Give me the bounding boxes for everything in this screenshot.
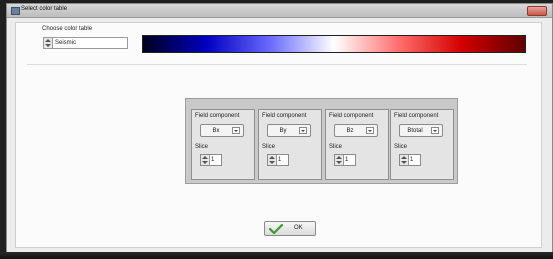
field-component-label: Field component — [195, 113, 240, 119]
slice-value: 1 — [211, 157, 215, 163]
slice-spinbox[interactable]: 1 — [200, 154, 222, 166]
increment-arrow-icon[interactable] — [202, 156, 208, 159]
component-panel-by: Field component By Slice 1 — [258, 109, 322, 180]
slice-spinbox[interactable]: 1 — [267, 154, 289, 166]
slice-label: Slice — [262, 144, 276, 150]
close-button[interactable] — [527, 6, 547, 16]
taskbar — [0, 252, 553, 259]
increment-arrow-icon[interactable] — [336, 156, 342, 159]
decrement-arrow-icon[interactable] — [45, 44, 51, 47]
slice-label: Slice — [329, 144, 343, 150]
decrement-arrow-icon[interactable] — [202, 161, 208, 164]
app-icon — [11, 7, 20, 15]
dropdown-arrow-icon[interactable] — [431, 127, 439, 134]
title-bar[interactable]: Select color table — [7, 4, 552, 18]
color-table-preview — [142, 35, 526, 53]
slice-spinner[interactable] — [335, 155, 344, 165]
dropdown-arrow-icon[interactable] — [232, 127, 240, 134]
ok-button[interactable]: OK — [264, 221, 316, 236]
field-component-value: Bx — [212, 128, 220, 134]
divider — [27, 64, 527, 65]
color-table-value: Seismic — [55, 40, 77, 46]
decrement-arrow-icon[interactable] — [269, 161, 275, 164]
choose-color-table-label: Choose color table — [42, 26, 93, 32]
increment-arrow-icon[interactable] — [401, 156, 407, 159]
slice-spinbox[interactable]: 1 — [399, 154, 421, 166]
checkmark-icon — [269, 224, 283, 234]
slice-label: Slice — [195, 144, 209, 150]
field-component-select[interactable]: Bx — [200, 124, 244, 137]
slice-spinner[interactable] — [400, 155, 409, 165]
field-component-select[interactable]: Bz — [334, 124, 378, 137]
field-component-select[interactable]: By — [267, 124, 311, 137]
color-table-selector[interactable]: Seismic — [43, 37, 128, 49]
slice-spinner[interactable] — [268, 155, 277, 165]
select-color-table-window: Select color table Choose color table Se… — [6, 3, 553, 253]
slice-spinbox[interactable]: 1 — [334, 154, 356, 166]
field-component-select[interactable]: Btotal — [399, 124, 443, 137]
component-panel-bz: Field component Bz Slice 1 — [325, 109, 389, 180]
slice-spinner[interactable] — [201, 155, 210, 165]
field-component-value: Bz — [346, 128, 354, 134]
slice-value: 1 — [278, 157, 282, 163]
field-component-value: Btotal — [407, 128, 423, 134]
dropdown-arrow-icon[interactable] — [366, 127, 374, 134]
increment-arrow-icon[interactable] — [45, 39, 51, 42]
increment-arrow-icon[interactable] — [269, 156, 275, 159]
field-component-value: By — [279, 128, 287, 134]
decrement-arrow-icon[interactable] — [401, 161, 407, 164]
field-component-label: Field component — [394, 113, 439, 119]
color-table-spinner[interactable] — [44, 38, 53, 48]
dropdown-arrow-icon[interactable] — [299, 127, 307, 134]
slice-value: 1 — [410, 157, 414, 163]
decrement-arrow-icon[interactable] — [336, 161, 342, 164]
window-title: Select color table — [21, 6, 68, 12]
field-component-label: Field component — [262, 113, 307, 119]
component-panel-btotal: Field component Btotal Slice 1 — [390, 109, 454, 180]
slice-value: 1 — [345, 157, 349, 163]
slice-label: Slice — [394, 144, 408, 150]
field-component-label: Field component — [329, 113, 374, 119]
component-panel-bx: Field component Bx Slice 1 — [191, 109, 255, 180]
ok-label: OK — [294, 225, 303, 231]
